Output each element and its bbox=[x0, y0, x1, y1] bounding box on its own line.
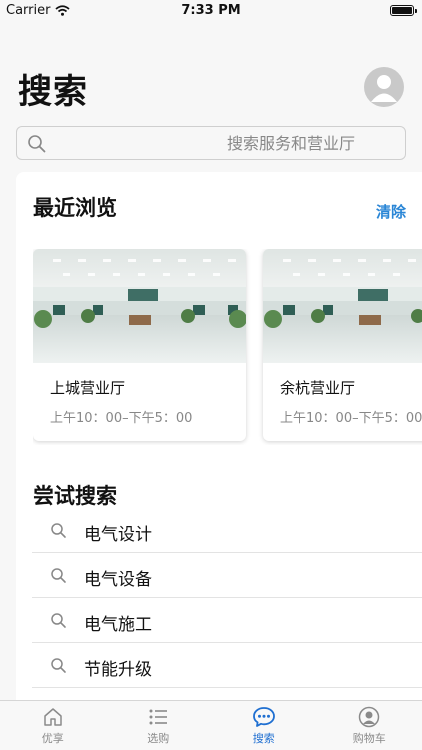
status-bar: Carrier 7:33 PM bbox=[0, 0, 422, 22]
tab-cart[interactable]: 购物车 bbox=[317, 701, 422, 750]
person-icon bbox=[359, 706, 380, 728]
tab-label: 搜索 bbox=[252, 732, 275, 745]
clear-history-button[interactable]: 清除 bbox=[376, 201, 406, 222]
try-search-section-title: 尝试搜索 bbox=[33, 484, 117, 508]
recent-section-title: 最近浏览 bbox=[33, 196, 117, 220]
suggestion-item[interactable]: 电气施工 bbox=[32, 598, 422, 643]
search-icon bbox=[51, 613, 66, 628]
tab-label: 购物车 bbox=[352, 732, 386, 745]
recent-list[interactable]: 上城营业厅 上午10：00–下午5：00 余杭营业厅 上午10：00–下午5：0… bbox=[33, 249, 422, 445]
tab-label: 优享 bbox=[41, 732, 64, 745]
page-title: 搜索 bbox=[18, 72, 88, 112]
search-bar[interactable] bbox=[16, 126, 406, 160]
battery-icon bbox=[390, 5, 417, 16]
suggestion-item[interactable]: 电气设计 bbox=[32, 508, 422, 553]
suggestion-label: 节能升级 bbox=[84, 660, 152, 680]
store-card[interactable]: 上城营业厅 上午10：00–下午5：00 bbox=[33, 249, 246, 441]
suggestion-label: 电气设计 bbox=[84, 525, 152, 545]
store-hours: 上午10：00–下午5：00 bbox=[280, 411, 422, 426]
store-card[interactable]: 余杭营业厅 上午10：00–下午5：00 bbox=[263, 249, 422, 441]
search-icon bbox=[51, 568, 66, 583]
suggestion-item[interactable]: 节能升级 bbox=[32, 643, 422, 688]
tab-youxiang[interactable]: 优享 bbox=[0, 701, 106, 750]
store-photo bbox=[33, 249, 246, 363]
suggestion-list: 电气设计 电气设备 电气施工 节能升级 bbox=[32, 508, 422, 688]
content-panel: 最近浏览 清除 上城营业厅 上午10：00–下午5：00 余杭营业厅 上午10：… bbox=[16, 172, 422, 702]
search-icon bbox=[51, 523, 66, 538]
search-input[interactable] bbox=[53, 127, 363, 159]
store-photo bbox=[263, 249, 422, 363]
tab-bar: 优享 选购 搜索 购物车 bbox=[0, 700, 422, 750]
home-icon bbox=[44, 708, 62, 726]
store-name: 余杭营业厅 bbox=[280, 379, 356, 397]
tab-xuangou[interactable]: 选购 bbox=[106, 701, 212, 750]
store-hours: 上午10：00–下午5：00 bbox=[50, 411, 193, 426]
store-name: 上城营业厅 bbox=[50, 379, 126, 397]
suggestion-label: 电气设备 bbox=[84, 570, 152, 590]
chat-icon bbox=[252, 707, 275, 727]
status-time: 7:33 PM bbox=[181, 3, 241, 18]
suggestion-item[interactable]: 电气设备 bbox=[32, 553, 422, 598]
list-icon bbox=[149, 709, 168, 725]
tab-label: 选购 bbox=[147, 732, 170, 745]
suggestion-label: 电气施工 bbox=[84, 615, 152, 635]
avatar[interactable] bbox=[364, 67, 404, 107]
tab-search[interactable]: 搜索 bbox=[211, 701, 317, 750]
user-silhouette-icon bbox=[371, 75, 397, 102]
search-icon bbox=[51, 658, 66, 673]
search-icon bbox=[28, 135, 46, 153]
